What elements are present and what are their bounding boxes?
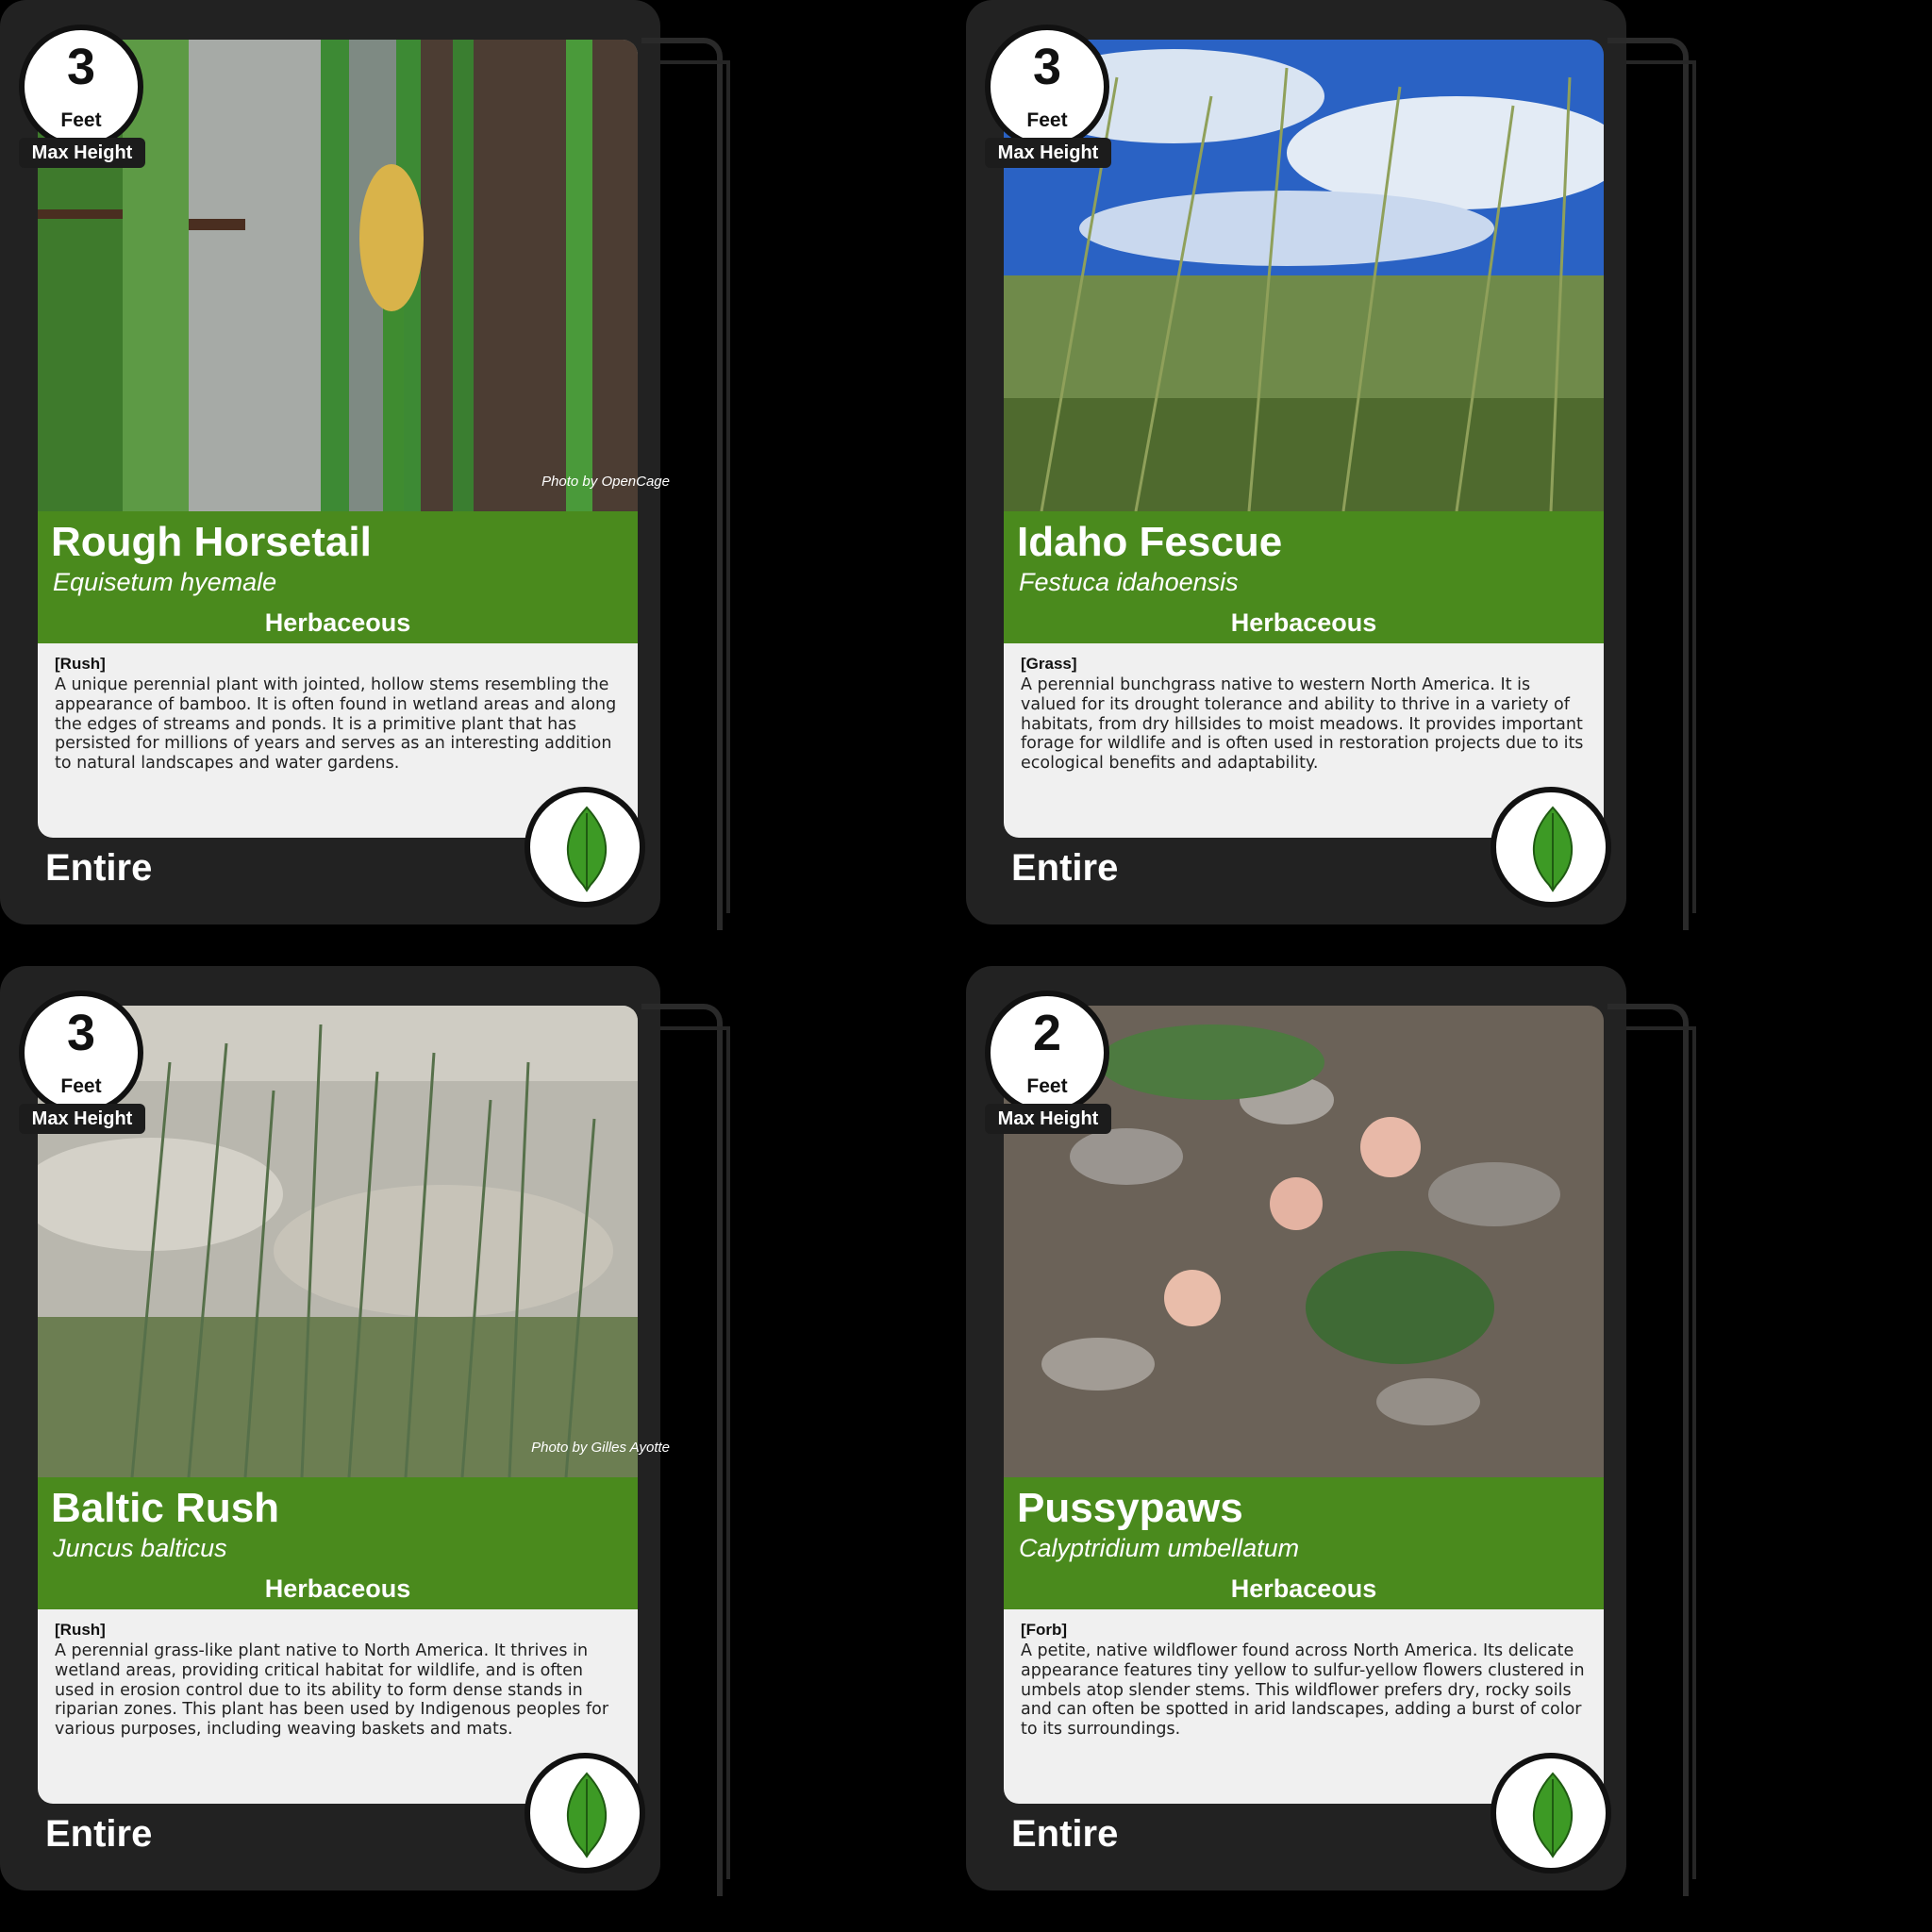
leaf-icon bbox=[566, 1772, 608, 1858]
leaf-margin-label: Entire bbox=[1011, 1813, 1119, 1855]
leaf-icon bbox=[566, 806, 608, 892]
leaf-icon bbox=[1532, 806, 1574, 892]
plant-card-rough-horsetail[interactable]: Photo by OpenCage Rough Horsetail Equise… bbox=[0, 0, 730, 930]
plant-category: [Rush] bbox=[55, 1621, 106, 1639]
scientific-name: Calyptridium umbellatum bbox=[1019, 1534, 1300, 1562]
leaf-badge bbox=[1491, 1753, 1611, 1874]
leaf-icon bbox=[1532, 1772, 1574, 1858]
card-decoration bbox=[660, 1026, 730, 1879]
name-band: Baltic Rush Juncus balticus bbox=[38, 1477, 638, 1568]
scientific-name: Equisetum hyemale bbox=[53, 568, 277, 596]
height-unit: Feet bbox=[60, 1075, 102, 1097]
name-band: Pussypaws Calyptridium umbellatum bbox=[1004, 1477, 1604, 1568]
scientific-name: Festuca idahoensis bbox=[1019, 568, 1239, 596]
leaf-badge bbox=[1491, 787, 1611, 908]
leaf-badge bbox=[525, 1753, 645, 1874]
plant-category: [Forb] bbox=[1021, 1621, 1068, 1639]
max-height-label: Max Height bbox=[19, 1104, 145, 1134]
habit-label: Herbaceous bbox=[1004, 1568, 1604, 1609]
habit-label: Herbaceous bbox=[38, 602, 638, 643]
plant-description: A perennial bunchgrass native to western… bbox=[1021, 675, 1584, 774]
plant-category: [Rush] bbox=[55, 655, 106, 673]
photo-credit: Photo by Gilles Ayotte bbox=[531, 1440, 670, 1456]
common-name: Pussypaws bbox=[1017, 1485, 1243, 1531]
leaf-margin-label: Entire bbox=[1011, 847, 1119, 889]
habit-label: Herbaceous bbox=[38, 1568, 638, 1609]
height-unit: Feet bbox=[1026, 1075, 1068, 1097]
leaf-margin-label: Entire bbox=[45, 1813, 153, 1855]
plant-description: A petite, native wildflower found across… bbox=[1021, 1641, 1585, 1740]
max-height-badge: 3 Feet bbox=[19, 991, 143, 1115]
max-height-badge: 2 Feet bbox=[985, 991, 1109, 1115]
leaf-margin-label: Entire bbox=[45, 847, 153, 889]
card-decoration bbox=[660, 60, 730, 913]
plant-description: A perennial grass-like plant native to N… bbox=[55, 1641, 609, 1740]
height-value: 3 bbox=[66, 1005, 96, 1061]
name-band: Idaho Fescue Festuca idahoensis bbox=[1004, 511, 1604, 602]
leaf-badge bbox=[525, 787, 645, 908]
plant-card-idaho-fescue[interactable]: Idaho Fescue Festuca idahoensis Herbaceo… bbox=[966, 0, 1696, 930]
plant-card-pussypaws[interactable]: Pussypaws Calyptridium umbellatum Herbac… bbox=[966, 966, 1696, 1896]
plant-category: [Grass] bbox=[1021, 655, 1077, 673]
height-unit: Feet bbox=[60, 109, 102, 131]
plant-description: A unique perennial plant with jointed, h… bbox=[55, 675, 617, 774]
habit-label: Herbaceous bbox=[1004, 602, 1604, 643]
max-height-label: Max Height bbox=[985, 138, 1111, 168]
max-height-label: Max Height bbox=[19, 138, 145, 168]
height-unit: Feet bbox=[1026, 109, 1068, 131]
height-value: 3 bbox=[1032, 39, 1062, 95]
height-value: 2 bbox=[1032, 1005, 1062, 1061]
common-name: Rough Horsetail bbox=[51, 519, 372, 565]
common-name: Baltic Rush bbox=[51, 1485, 280, 1531]
card-decoration bbox=[1626, 1026, 1696, 1879]
max-height-badge: 3 Feet bbox=[19, 25, 143, 149]
plant-card-baltic-rush[interactable]: Photo by Gilles Ayotte Baltic Rush Juncu… bbox=[0, 966, 730, 1896]
height-value: 3 bbox=[66, 39, 96, 95]
max-height-label: Max Height bbox=[985, 1104, 1111, 1134]
scientific-name: Juncus balticus bbox=[53, 1534, 227, 1562]
card-decoration bbox=[1626, 60, 1696, 913]
photo-credit: Photo by OpenCage bbox=[541, 474, 670, 490]
max-height-badge: 3 Feet bbox=[985, 25, 1109, 149]
common-name: Idaho Fescue bbox=[1017, 519, 1283, 565]
name-band: Rough Horsetail Equisetum hyemale bbox=[38, 511, 638, 602]
